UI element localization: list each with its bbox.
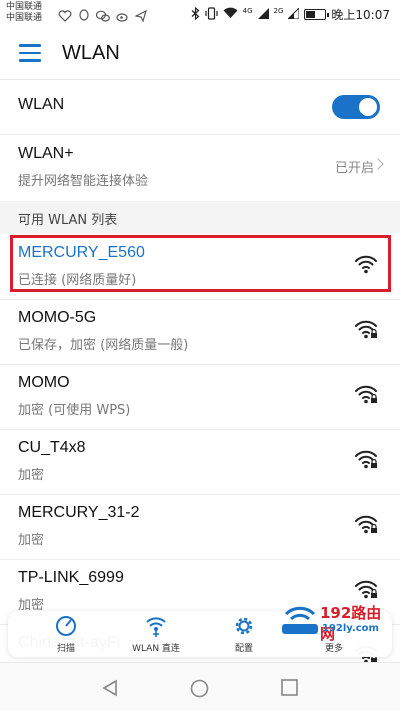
- wlan-direct-icon: [146, 617, 166, 637]
- clock: 晚上10:07: [331, 8, 390, 22]
- scan-icon: [56, 616, 76, 636]
- carrier-2: 中国联通: [6, 13, 43, 23]
- wlan-toggle-label: WLAN: [18, 96, 65, 113]
- network-status: 已保存，加密 (网络质量一般): [18, 338, 189, 353]
- network-status: 加密: [18, 533, 45, 548]
- config-button[interactable]: 配置: [204, 611, 284, 657]
- network-item[interactable]: MERCURY_31-2 加密: [0, 495, 400, 560]
- wlan-plus-subtitle: 提升网络智能连接体验: [18, 174, 149, 189]
- signal-1-icon: [257, 7, 269, 22]
- network-ssid: MERCURY_31-2: [18, 504, 140, 521]
- vibrate-icon: [205, 6, 218, 23]
- bluetooth-icon: [191, 6, 200, 23]
- watermark-logo: 192路由网 192ly.com: [280, 598, 392, 643]
- wlan-plus-row[interactable]: WLAN+ 提升网络智能连接体验 已开启: [0, 135, 400, 201]
- section-title: 可用 WLAN 列表: [18, 213, 118, 228]
- signal-2-icon: [287, 6, 300, 22]
- wlan-plus-title: WLAN+: [18, 145, 74, 162]
- menu-icon[interactable]: [19, 44, 41, 62]
- network-ssid: MOMO-5G: [18, 309, 97, 326]
- wifi-locked-icon: [355, 450, 377, 469]
- gear-icon: [235, 617, 253, 635]
- wlan-toggle-row[interactable]: WLAN: [0, 81, 400, 133]
- app-bar: WLAN: [0, 28, 400, 80]
- wifi-locked-icon: [355, 320, 377, 339]
- wifi-status-icon: [223, 7, 238, 22]
- network-status: 加密: [18, 468, 45, 483]
- network-item[interactable]: CU_T4x8 加密: [0, 430, 400, 495]
- carrier-1: 中国联通: [6, 2, 43, 12]
- signal-2-label: 2G: [273, 6, 284, 15]
- wlan-plus-status: 已开启: [334, 161, 374, 176]
- navigation-bar: [0, 662, 400, 711]
- qq-icon: [78, 7, 90, 26]
- wechat-icon: [95, 7, 110, 26]
- switch-knob: [359, 98, 377, 116]
- health-icon: [58, 7, 72, 26]
- scan-button[interactable]: 扫描: [26, 611, 106, 657]
- network-ssid: TP-LINK_6999: [18, 569, 124, 586]
- recents-icon[interactable]: [281, 679, 298, 696]
- wlan-direct-button[interactable]: WLAN 直连: [116, 611, 196, 657]
- network-status: 加密 (可使用 WPS): [18, 403, 131, 418]
- wifi-locked-icon: [355, 385, 377, 404]
- section-header: 可用 WLAN 列表: [0, 201, 400, 234]
- send-icon: [134, 7, 147, 26]
- network-item[interactable]: MOMO 加密 (可使用 WPS): [0, 365, 400, 430]
- watermark-url: 192ly.com: [322, 623, 379, 634]
- status-right: 4G 2G 晚上10:07: [191, 6, 390, 23]
- network-ssid: MOMO: [18, 374, 70, 391]
- wifi-locked-icon: [355, 580, 377, 599]
- notification-icons: [58, 7, 147, 26]
- weibo-icon: [116, 7, 129, 26]
- battery-icon: [304, 9, 330, 20]
- highlight-box: [10, 235, 391, 292]
- wifi-locked-icon: [355, 515, 377, 534]
- network-item[interactable]: MOMO-5G 已保存，加密 (网络质量一般): [0, 300, 400, 365]
- chevron-right-icon: [372, 158, 384, 170]
- wlan-direct-label: WLAN 直连: [132, 644, 180, 654]
- page-title: WLAN: [62, 42, 120, 64]
- config-label: 配置: [234, 644, 253, 654]
- status-bar: 中国联通 中国联通 4G 2G 晚上10:07: [0, 0, 400, 28]
- network-ssid: CU_T4x8: [18, 439, 86, 456]
- home-icon[interactable]: [190, 679, 209, 698]
- carrier-labels: 中国联通 中国联通: [6, 2, 42, 24]
- wlan-switch[interactable]: [332, 95, 380, 119]
- router-logo-icon: [282, 606, 318, 634]
- signal-1-label: 4G: [242, 6, 253, 15]
- scan-label: 扫描: [56, 644, 75, 654]
- back-icon[interactable]: [101, 679, 119, 697]
